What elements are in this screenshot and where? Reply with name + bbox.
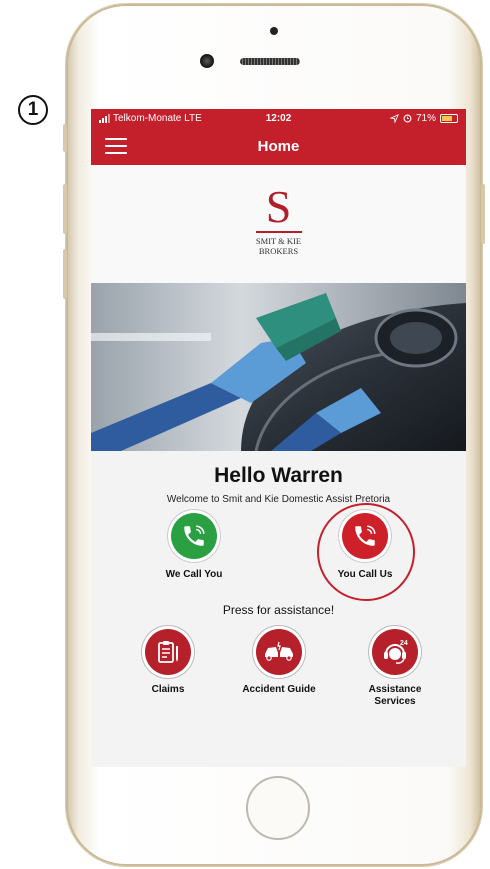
assistance-prompt: Press for assistance! (222, 603, 335, 617)
claims-label: Claims (151, 684, 185, 695)
headset-24-icon: 24 (384, 640, 408, 664)
call-options: We Call You You Call Us (91, 503, 466, 605)
claims-button[interactable]: Claims (113, 629, 223, 696)
hamburger-menu-icon[interactable] (105, 138, 127, 154)
logo-letter: S (265, 181, 292, 232)
logo-text-line1: SMIT & KIE (255, 236, 302, 246)
we-call-you-circle (171, 513, 217, 559)
logo-divider (255, 231, 302, 233)
accident-guide-circle (256, 629, 302, 675)
badge-24-text: 24 (400, 640, 408, 647)
page-title: Home (257, 137, 300, 155)
step-number-marker: 1 (18, 95, 48, 125)
proximity-sensor (270, 27, 278, 35)
logo-text-line2: BROKERS (258, 246, 299, 256)
action-buttons: Claims Accident Guide 24 Assistance Serv… (91, 617, 466, 717)
clipboard-pen-icon (158, 641, 178, 663)
greeting-heading: Hello Warren (214, 464, 343, 487)
status-time: 12:02 (265, 112, 292, 124)
claims-circle (145, 629, 191, 675)
assistance-services-button[interactable]: 24 Assistance Services (340, 629, 450, 708)
earpiece-speaker (240, 58, 300, 65)
home-button[interactable] (246, 776, 310, 840)
we-call-you-label: We Call You (165, 569, 223, 580)
we-call-you-button[interactable]: We Call You (144, 513, 244, 580)
volume-down-button (63, 249, 67, 299)
status-bar: Telkom-Monate LTE 12:02 71% (91, 109, 466, 127)
assistance-services-circle: 24 (372, 629, 418, 675)
accident-guide-label: Accident Guide (242, 684, 316, 695)
you-call-us-label: You Call Us (337, 569, 393, 580)
mute-switch (63, 124, 67, 152)
front-camera (200, 54, 214, 68)
volume-up-button (63, 184, 67, 234)
car-cleaning-illustration (91, 283, 466, 451)
phone-icon (355, 525, 376, 546)
hero-image (91, 283, 466, 451)
welcome-text: Welcome to Smit and Kie Domestic Assist … (166, 494, 391, 505)
navbar: Home (91, 127, 466, 165)
accident-guide-button[interactable]: Accident Guide (224, 629, 334, 696)
battery-icon (440, 113, 458, 123)
car-crash-icon (265, 641, 293, 661)
power-button (481, 184, 485, 244)
brand-logo: S SMIT & KIE BROKERS (91, 165, 466, 283)
app-screen: Telkom-Monate LTE 12:02 71% Home S SMIT … (91, 109, 466, 767)
you-call-us-circle (342, 513, 388, 559)
phone-icon (184, 525, 205, 546)
you-call-us-button[interactable]: You Call Us (315, 513, 415, 580)
assistance-services-label: Assistance Services (368, 684, 422, 707)
